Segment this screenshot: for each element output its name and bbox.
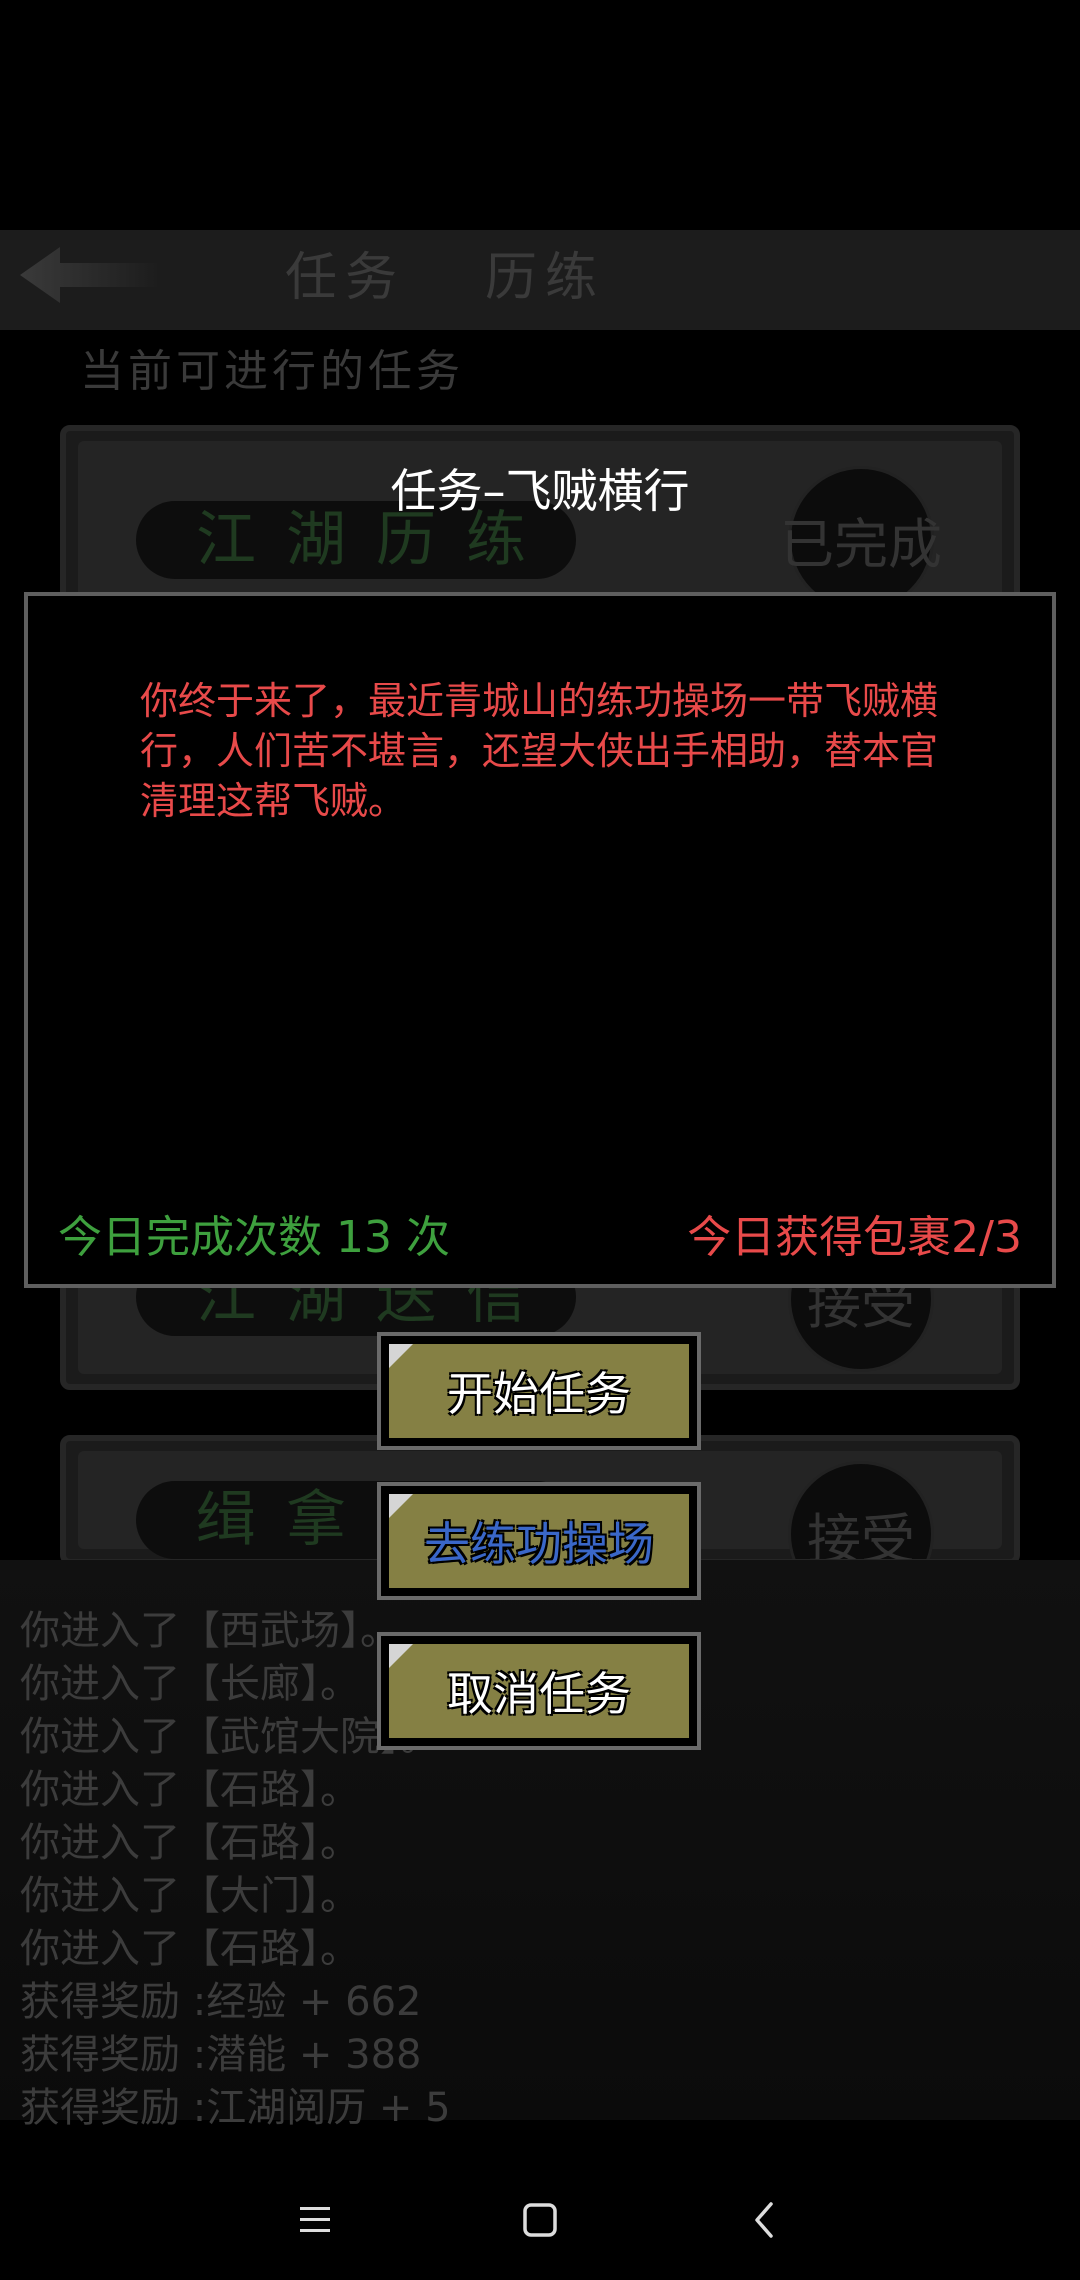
start-task-label: 开始任务 xyxy=(447,1367,631,1421)
cancel-task-label: 取消任务 xyxy=(447,1667,631,1721)
log-line: 获得奖励 :江湖阅历 + 5 xyxy=(20,2085,451,2131)
section-title: 当前可进行的任务 xyxy=(80,346,464,397)
log-line: 你进入了【大门】。 xyxy=(20,1873,360,1919)
task-dialog: 你终于来了，最近青城山的练功操场一带飞贼横行，人们苦不堪言，还望大侠出手相助，替… xyxy=(24,592,1056,1288)
log-line: 你进入了【石路】。 xyxy=(20,1926,360,1972)
menu-icon[interactable] xyxy=(285,2190,345,2250)
screen: 任务 历练 当前可进行的任务 江湖历练 已完成 江湖送信 接受 缉拿 接受 你进… xyxy=(0,0,1080,2280)
start-task-button[interactable]: 开始任务 xyxy=(377,1332,701,1450)
back-arrow-icon[interactable] xyxy=(20,245,160,305)
tab-tasks[interactable]: 任务 xyxy=(285,235,405,310)
dialog-title: 任务–飞贼横行 xyxy=(390,464,690,518)
back-nav-icon[interactable] xyxy=(735,2190,795,2250)
log-line: 获得奖励 :经验 + 662 xyxy=(20,1979,422,2025)
daily-packages: 今日获得包裹2/3 xyxy=(687,1212,1022,1263)
daily-count: 今日完成次数 13 次 xyxy=(58,1212,450,1263)
cancel-task-button[interactable]: 取消任务 xyxy=(377,1632,701,1750)
log-line: 你进入了【石路】。 xyxy=(20,1820,360,1866)
tab-training[interactable]: 历练 xyxy=(485,235,605,310)
goto-training-ground-label: 去练功操场 xyxy=(424,1517,654,1571)
system-nav-bar xyxy=(0,2160,1080,2280)
log-line: 获得奖励 :潜能 + 388 xyxy=(20,2032,422,2078)
log-line: 你进入了【石路】。 xyxy=(20,1767,360,1813)
home-icon[interactable] xyxy=(510,2190,570,2250)
dialog-message: 你终于来了，最近青城山的练功操场一带飞贼横行，人们苦不堪言，还望大侠出手相助，替… xyxy=(140,679,939,823)
goto-training-ground-button[interactable]: 去练功操场 xyxy=(377,1482,701,1600)
